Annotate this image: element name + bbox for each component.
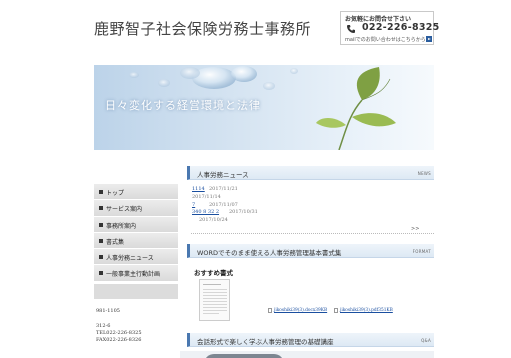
bullet-icon — [99, 238, 103, 243]
news-section-title: 人事労務ニュース — [197, 171, 249, 179]
mail-inquiry-link[interactable]: mailでのお問い合わせはこちらから — [345, 36, 426, 43]
hero-caption: 日々変化する経営環境と法律 — [105, 99, 261, 112]
format-section-header: WORDでそのまま使える人事労務管理基本書式集 FORMAT — [187, 244, 434, 258]
fax-line: FAX022-226-8326 — [96, 337, 142, 343]
qa-section-header: 会話形式で楽しく学ぶ人事労務管理の基礎講座 Q&A — [187, 333, 434, 347]
bullet-icon — [99, 206, 103, 211]
news-section-header: 人事労務ニュース NEWS — [187, 166, 434, 180]
qa-illustration — [204, 354, 284, 358]
site-title[interactable]: 鹿野智子社会保険労務士事務所 — [94, 18, 311, 39]
sidebar-nav: トップ サービス案内 事務所案内 書式集 人事労務ニュース 一般事業主行動計画 — [94, 184, 178, 282]
bullet-icon — [99, 222, 103, 227]
news-item-date: 2017/11/14 — [192, 194, 221, 200]
hero-banner: 日々変化する経営環境と法律 — [94, 65, 434, 150]
sidebar-item-label: 書式集 — [106, 238, 125, 246]
sidebar-item-label: 一般事業主行動計画 — [106, 271, 161, 279]
sidebar-item-services[interactable]: サービス案内 — [94, 200, 178, 217]
bullet-icon — [99, 271, 103, 276]
tel-line: TEL022-226-8325 — [96, 330, 142, 336]
format-section-title[interactable]: WORDでそのまま使える人事労務管理基本書式集 — [197, 247, 341, 257]
news-item-link[interactable]: 7 — [192, 202, 195, 208]
contact-box: お気軽にお問合せ下さい 022-226-8325 mailでのお問い合わせはこち… — [340, 11, 439, 45]
sidebar-item-label: サービス案内 — [106, 206, 143, 214]
sidebar-item-forms[interactable]: 書式集 — [94, 232, 178, 250]
bullet-icon — [99, 255, 103, 260]
office-info-header — [94, 284, 178, 299]
news-item-date: 2017/10/31 — [229, 209, 258, 215]
phone-number[interactable]: 022-226-8325 — [362, 22, 440, 33]
docx-download-link[interactable]: jikoshiki39(3).docx39KB — [274, 308, 327, 313]
phone-icon — [347, 25, 355, 33]
sidebar-item-label: 事務所案内 — [106, 222, 137, 230]
sidebar-item-label: 人事労務ニュース — [106, 255, 154, 263]
mail-arrow-icon[interactable] — [426, 36, 432, 42]
address-line: 312-6 — [96, 323, 111, 329]
news-more-link[interactable]: >> — [411, 226, 419, 232]
news-item-date: 2017/11/07 — [209, 202, 238, 208]
sidebar-item-office[interactable]: 事務所案内 — [94, 216, 178, 233]
news-item-date: 2017/11/21 — [209, 186, 238, 192]
news-item-link[interactable]: 1114 — [192, 186, 205, 192]
news-section-tag: NEWS — [417, 171, 431, 176]
news-item-link[interactable]: 340 8 32 2 — [192, 209, 219, 215]
qa-section-tag: Q&A — [421, 338, 431, 343]
sidebar-item-action-plan[interactable]: 一般事業主行動計画 — [94, 265, 178, 282]
word-file-icon — [268, 308, 272, 313]
format-section-tag: FORMAT — [412, 249, 431, 254]
postal-code: 981-1105 — [96, 308, 120, 314]
pdf-download-link[interactable]: jikoshiki39(3).pdf351KB — [340, 308, 393, 313]
pdf-file-icon — [334, 308, 338, 313]
sidebar-item-news[interactable]: 人事労務ニュース — [94, 249, 178, 266]
section-divider — [191, 233, 434, 234]
office-info: 981-1105 312-6 TEL022-226-8325 FAX022-22… — [94, 299, 178, 358]
document-thumbnail[interactable] — [199, 279, 230, 321]
sidebar-item-top[interactable]: トップ — [94, 184, 178, 201]
qa-section-title[interactable]: 会話形式で楽しく学ぶ人事労務管理の基礎講座 — [197, 336, 334, 346]
recommended-forms-heading: おすすめ書式 — [194, 269, 233, 277]
news-item-date: 2017/10/24 — [199, 217, 228, 223]
sidebar-item-label: トップ — [106, 190, 125, 197]
bullet-icon — [99, 190, 103, 194]
